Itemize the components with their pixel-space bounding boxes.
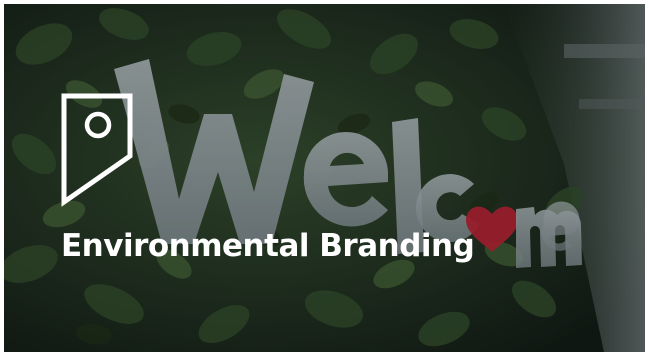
tag-icon xyxy=(61,93,133,207)
card-title[interactable]: Environmental Branding xyxy=(61,226,475,266)
service-card[interactable]: Environmental Branding xyxy=(4,4,645,352)
